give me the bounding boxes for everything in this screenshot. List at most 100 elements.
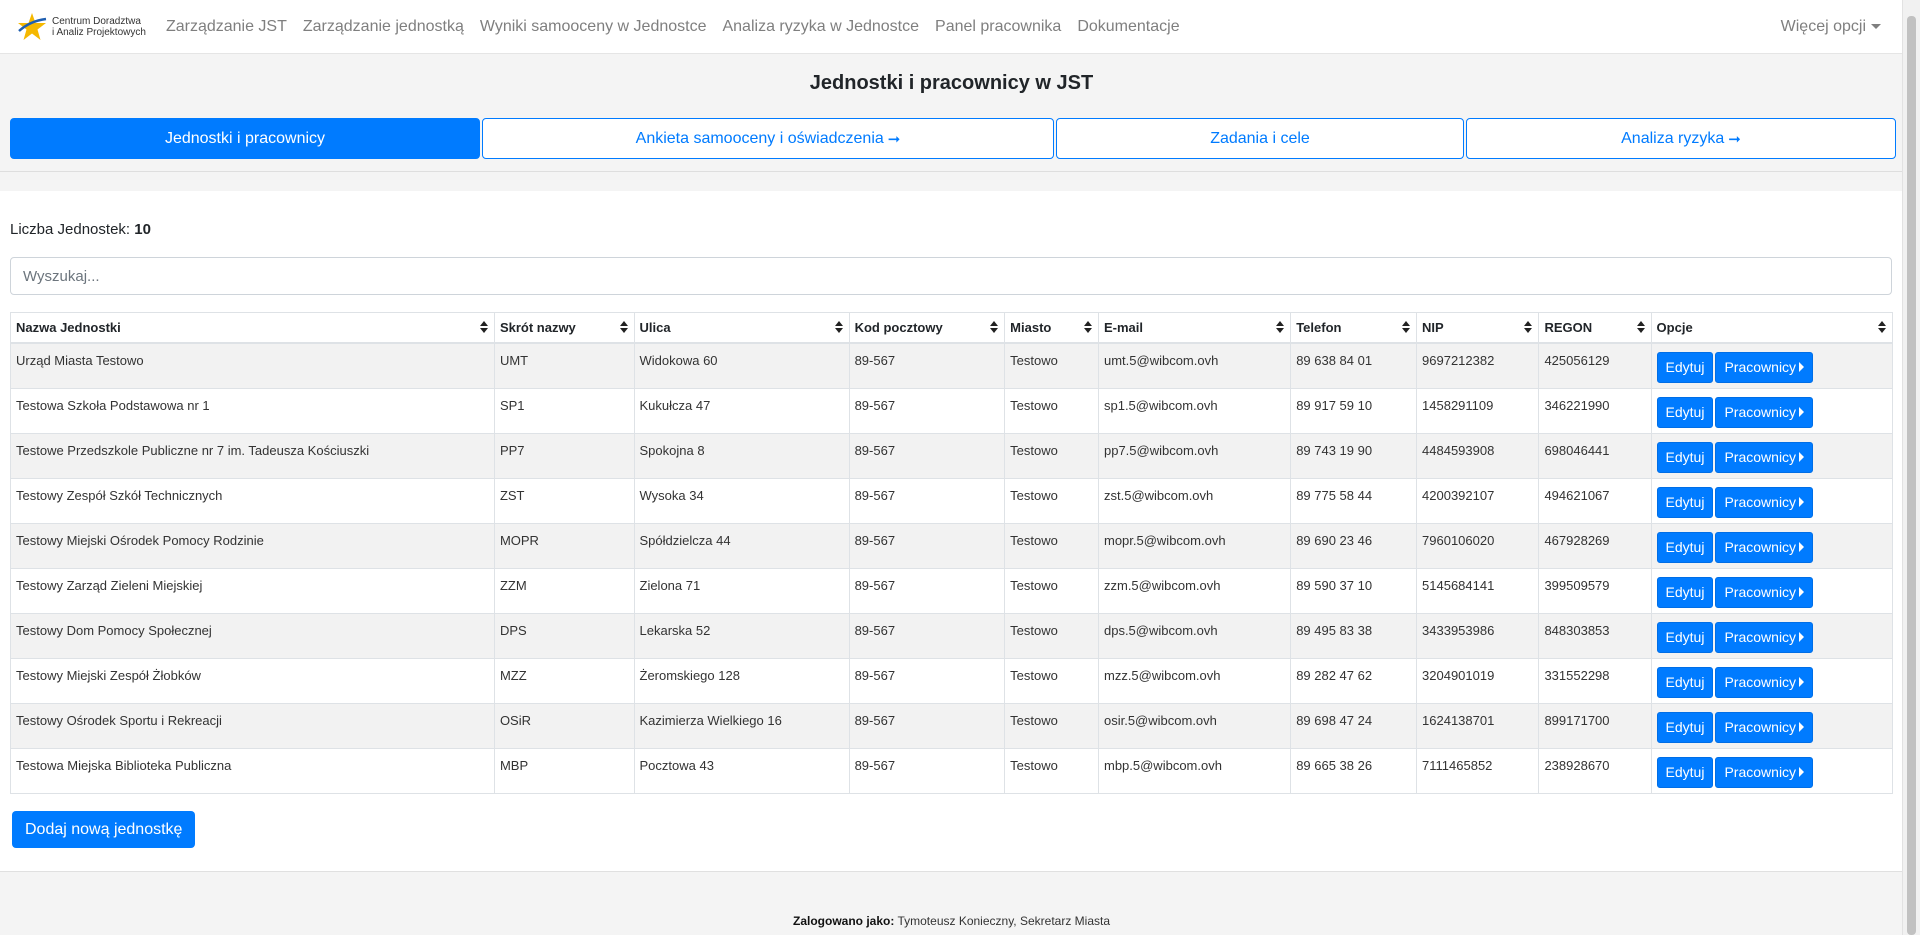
sort-icon <box>834 321 843 333</box>
column-header[interactable]: Kod pocztowy <box>848 312 1006 344</box>
brand-line-1: Centrum Doradztwa <box>52 15 141 27</box>
nav-link-zarzadzanie-jednostka[interactable]: Zarządzanie jednostką <box>303 18 464 36</box>
edit-button[interactable]: Edytuj <box>1656 666 1714 698</box>
column-header[interactable]: Skrót nazwy <box>493 312 635 344</box>
workers-button-label: Pracownicy <box>1724 403 1797 420</box>
logged-in-label: Zalogowano jako: <box>793 914 895 928</box>
edit-button[interactable]: Edytuj <box>1656 531 1714 563</box>
cell-options: Edytuj Pracownicy <box>1650 702 1894 749</box>
add-unit-button[interactable]: Dodaj nową jednostkę <box>12 811 196 848</box>
cell-email: dps.5@wibcom.ovh <box>1097 612 1292 659</box>
caret-right-icon <box>1799 362 1805 372</box>
more-options-dropdown[interactable]: Więcej opcji <box>1781 18 1881 36</box>
edit-button[interactable]: Edytuj <box>1656 352 1714 383</box>
tab-zadania-i-cele[interactable]: Zadania i cele <box>1056 118 1464 159</box>
cell-city: Testowo <box>1004 747 1099 794</box>
column-header[interactable]: Telefon <box>1290 312 1418 344</box>
search-input[interactable] <box>10 257 1892 295</box>
column-header[interactable]: Nazwa Jednostki <box>10 312 495 344</box>
cell-name: Testowy Miejski Zespół Żłobków <box>10 657 495 704</box>
cell-email: mzz.5@wibcom.ovh <box>1097 657 1292 704</box>
column-header[interactable]: REGON <box>1538 312 1652 344</box>
edit-button[interactable]: Edytuj <box>1656 576 1714 608</box>
cell-postal-code: 89-567 <box>848 522 1006 569</box>
workers-button-label: Pracownicy <box>1724 718 1797 735</box>
table-row: Urząd Miasta Testowo UMT Widokowa 60 89-567… <box>10 342 1894 389</box>
scrollbar-thumb[interactable] <box>1907 16 1916 935</box>
spacer <box>0 172 1903 191</box>
cell-street: Spółdzielcza 44 <box>633 522 850 569</box>
workers-button[interactable]: Pracownicy <box>1715 352 1814 383</box>
column-header-label: Ulica <box>639 320 671 335</box>
workers-button[interactable]: Pracownicy <box>1715 666 1814 698</box>
column-header[interactable]: Miasto <box>1004 312 1099 344</box>
edit-button[interactable]: Edytuj <box>1656 756 1714 788</box>
workers-button[interactable]: Pracownicy <box>1715 576 1814 608</box>
cell-abbrev: MZZ <box>493 657 635 704</box>
workers-button[interactable]: Pracownicy <box>1715 621 1814 653</box>
cell-email: mopr.5@wibcom.ovh <box>1097 522 1292 569</box>
column-header[interactable]: Opcje <box>1650 312 1894 344</box>
header-zone: Jednostki i pracownicy w JST Jednostki i… <box>0 54 1903 172</box>
nav-link-zarzadzanie-jst[interactable]: Zarządzanie JST <box>166 18 287 36</box>
edit-button[interactable]: Edytuj <box>1656 396 1714 428</box>
cell-phone: 89 282 47 62 <box>1290 657 1418 704</box>
column-header[interactable]: E-mail <box>1097 312 1292 344</box>
cell-name: Testowe Przedszkole Publiczne nr 7 im. T… <box>10 432 495 479</box>
cell-city: Testowo <box>1004 702 1099 749</box>
nav-link-wyniki-samooceny[interactable]: Wyniki samooceny w Jednostce <box>480 18 707 36</box>
nav-link-panel-pracownika[interactable]: Panel pracownika <box>935 18 1061 36</box>
brand-logo[interactable]: Centrum Doradztwa i Analiz Projektowych <box>16 11 146 43</box>
cell-phone: 89 638 84 01 <box>1290 342 1418 389</box>
nav-link-dokumentacje[interactable]: Dokumentacje <box>1077 18 1179 36</box>
nav-link-analiza-ryzyka[interactable]: Analiza ryzyka w Jednostce <box>722 18 919 36</box>
sort-icon <box>1878 321 1886 333</box>
caret-right-icon <box>1799 766 1805 777</box>
cell-postal-code: 89-567 <box>848 612 1006 659</box>
column-header-label: Telefon <box>1296 320 1342 335</box>
cell-abbrev: UMT <box>493 342 635 389</box>
edit-button[interactable]: Edytuj <box>1656 486 1714 518</box>
workers-button[interactable]: Pracownicy <box>1715 711 1814 743</box>
caret-right-icon <box>1799 406 1805 417</box>
caret-right-icon <box>1799 451 1805 462</box>
tab-ankieta-samooceny[interactable]: Ankieta samooceny i oświadczenia ➞ <box>482 118 1054 159</box>
tab-label: Jednostki i pracownicy <box>164 129 326 147</box>
workers-button[interactable]: Pracownicy <box>1715 441 1814 473</box>
workers-button[interactable]: Pracownicy <box>1715 396 1814 428</box>
cell-street: Żeromskiego 128 <box>633 657 850 704</box>
cell-regon: 346221990 <box>1538 387 1652 434</box>
cell-phone: 89 590 37 10 <box>1290 567 1418 614</box>
cell-regon: 698046441 <box>1538 432 1652 479</box>
cell-options: Edytuj Pracownicy <box>1650 657 1894 704</box>
cell-postal-code: 89-567 <box>848 342 1006 389</box>
scrollbar[interactable] <box>1902 0 1920 935</box>
cell-city: Testowo <box>1004 657 1099 704</box>
more-options-label: Więcej opcji <box>1780 17 1866 35</box>
tab-jednostki-i-pracownicy[interactable]: Jednostki i pracownicy <box>10 118 480 159</box>
column-header[interactable]: NIP <box>1416 312 1540 344</box>
cell-regon: 331552298 <box>1538 657 1652 704</box>
cell-abbrev: OSiR <box>493 702 635 749</box>
cell-street: Wysoka 34 <box>633 477 850 524</box>
workers-button[interactable]: Pracownicy <box>1715 756 1814 788</box>
cell-postal-code: 89-567 <box>848 432 1006 479</box>
sort-icon <box>1402 321 1411 333</box>
workers-button[interactable]: Pracownicy <box>1715 531 1814 563</box>
cell-name: Urząd Miasta Testowo <box>10 342 495 389</box>
cell-name: Testowy Miejski Ośrodek Pomocy Rodzinie <box>10 522 495 569</box>
edit-button[interactable]: Edytuj <box>1656 441 1714 473</box>
column-header[interactable]: Ulica <box>633 312 850 344</box>
workers-button-label: Pracownicy <box>1724 359 1797 375</box>
tab-analiza-ryzyka[interactable]: Analiza ryzyka ➞ <box>1466 118 1896 159</box>
caret-right-icon <box>1799 586 1805 597</box>
cell-street: Zielona 71 <box>633 567 850 614</box>
column-header-label: Opcje <box>1656 320 1693 335</box>
cell-name: Testowy Zarząd Zieleni Miejskiej <box>10 567 495 614</box>
arrow-right-icon: ➞ <box>1728 130 1741 148</box>
main-content: Liczba Jednostek: 10 Nazwa Jednostki Skró… <box>0 191 1903 872</box>
workers-button[interactable]: Pracownicy <box>1715 486 1814 518</box>
edit-button[interactable]: Edytuj <box>1656 621 1714 653</box>
cell-phone: 89 495 83 38 <box>1290 612 1418 659</box>
edit-button[interactable]: Edytuj <box>1656 711 1714 743</box>
